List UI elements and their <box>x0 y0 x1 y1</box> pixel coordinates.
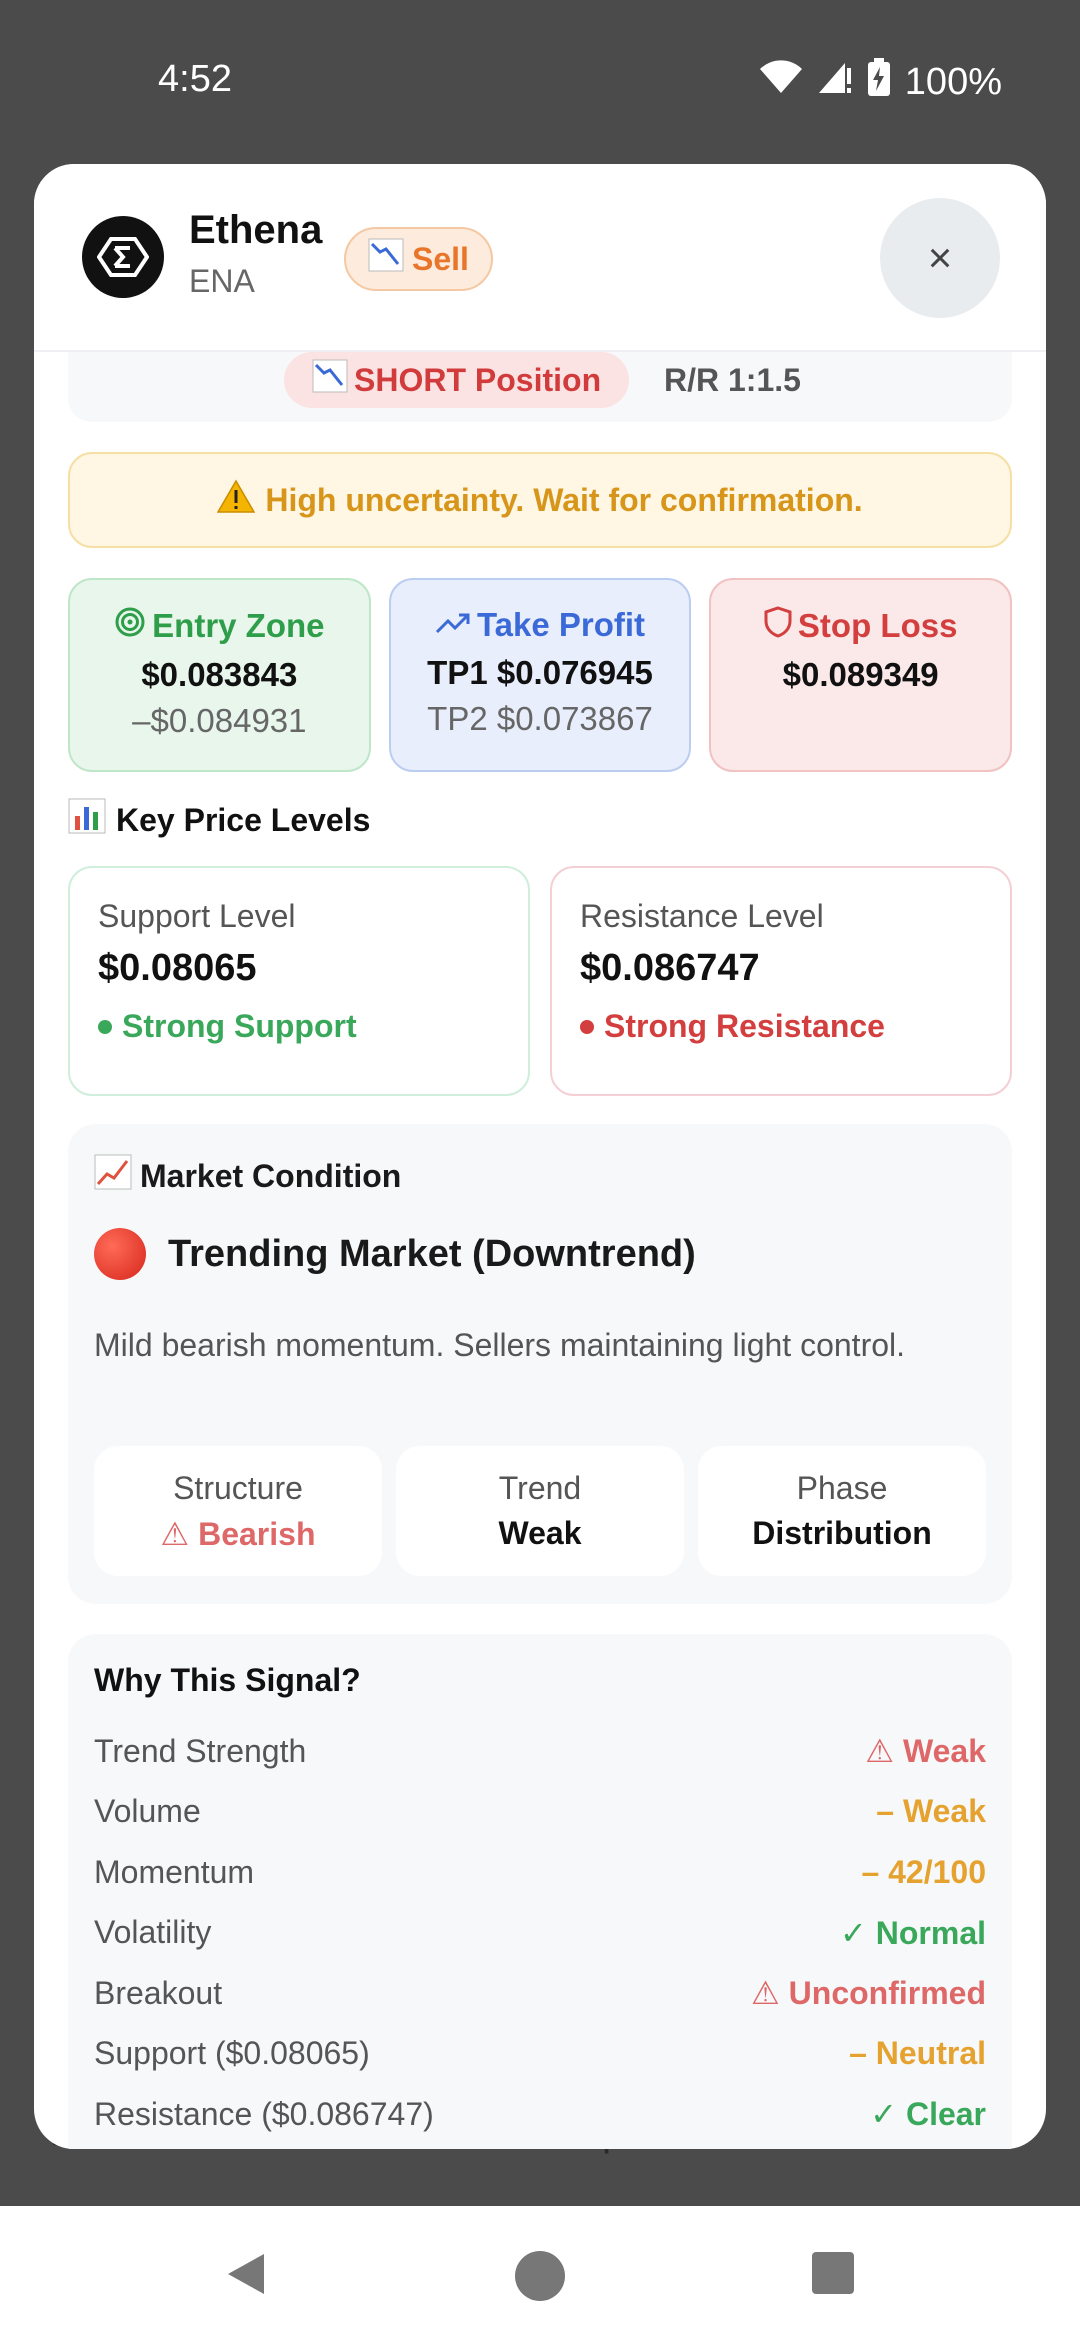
factor-value: ✓ Normal <box>840 1914 986 1951</box>
stop-loss-title: Stop Loss <box>797 607 958 644</box>
short-position-pill: SHORT Position <box>284 352 630 408</box>
factor-label: Volume <box>94 1793 201 1830</box>
close-button[interactable]: × <box>880 198 1000 318</box>
list-item: Momentum – 42/100 <box>94 1842 986 1903</box>
signal-icon <box>817 60 853 104</box>
factor-label: Resistance ($0.086747) <box>94 2095 434 2132</box>
system-navigation-bar <box>0 2206 1080 2340</box>
resistance-status-text: Strong Resistance <box>604 1008 885 1044</box>
take-profit-1: TP1 $0.076945 <box>427 654 653 691</box>
stop-loss-value: $0.089349 <box>782 656 939 693</box>
red-circle-icon <box>94 1228 146 1280</box>
market-condition-title: Market Condition <box>94 1154 401 1198</box>
market-condition-description: Mild bearish momentum. Sellers maintaini… <box>94 1327 906 1363</box>
take-profit-2: TP2 $0.073867 <box>427 700 653 737</box>
chart-up-icon <box>94 1154 132 1198</box>
trending-up-icon <box>435 606 471 644</box>
factor-label: Momentum <box>94 1853 255 1890</box>
stat-value: Weak <box>498 1515 582 1551</box>
support-level-card: Support Level $0.08065 Strong Support <box>68 866 530 1096</box>
signal-modal: Ethena ENA Sell × SHORT Position R/R 1:1… <box>34 164 1046 2149</box>
list-item: Trend Strength ⚠ Weak <box>94 1721 986 1782</box>
market-condition-state: Trending Market (Downtrend) <box>94 1228 696 1280</box>
shield-icon <box>764 606 792 646</box>
support-label: Support Level <box>98 898 296 934</box>
take-profit-card: Take Profit TP1 $0.076945 TP2 $0.073867 <box>388 578 692 772</box>
resistance-level-card: Resistance Level $0.086747 Strong Resist… <box>550 866 1012 1096</box>
factor-label: Support ($0.08065) <box>94 2035 370 2072</box>
factor-value: – Weak <box>876 1793 986 1830</box>
why-signal-title: Why This Signal? <box>94 1662 361 1698</box>
stop-loss-card: Stop Loss $0.089349 <box>709 578 1013 772</box>
entry-zone-title: Entry Zone <box>152 607 325 644</box>
take-profit-title: Take Profit <box>476 606 646 643</box>
factor-label: Trend Strength <box>94 1732 307 1769</box>
coin-symbol: ENA <box>189 263 255 299</box>
recents-button[interactable] <box>810 2250 856 2301</box>
stat-structure: Structure ⚠ Bearish <box>94 1446 382 1576</box>
green-dot-icon <box>98 1019 112 1034</box>
entry-zone-card: Entry Zone $0.083843 –$0.084931 <box>68 578 371 772</box>
list-item: Support ($0.08065) – Neutral <box>94 2024 986 2085</box>
entry-zone-high: –$0.084931 <box>132 702 307 739</box>
list-item: Breakout ⚠ Unconfirmed <box>94 1963 986 2024</box>
back-button[interactable] <box>222 2250 270 2303</box>
key-price-levels-label: Key Price Levels <box>116 801 371 838</box>
status-time: 4:52 <box>158 58 232 100</box>
warning-icon <box>217 479 256 521</box>
stat-key: Phase <box>796 1470 888 1506</box>
factor-value: ⚠ Weak <box>865 1733 986 1770</box>
stat-value: Distribution <box>752 1515 932 1551</box>
stat-trend: Trend Weak <box>396 1446 684 1576</box>
factor-value: ⚠ Unconfirmed <box>751 1975 986 2012</box>
stat-key: Structure <box>173 1469 303 1506</box>
factor-label: Breakout <box>94 1974 223 2011</box>
market-condition-card: Market Condition Trending Market (Downtr… <box>68 1124 1012 1604</box>
ethena-logo-icon <box>82 216 164 298</box>
entry-zone-low: $0.083843 <box>141 656 298 693</box>
list-item: Volatility ✓ Normal <box>94 1903 986 1964</box>
key-price-levels-title: Key Price Levels <box>68 798 370 842</box>
red-dot-icon <box>580 1019 594 1034</box>
stat-phase: Phase Distribution <box>698 1446 986 1576</box>
target-icon <box>114 606 146 646</box>
factor-value: – Neutral <box>849 2035 986 2072</box>
support-status: Strong Support <box>98 1008 500 1045</box>
uncertainty-warning: High uncertainty. Wait for confirmation. <box>68 452 1012 548</box>
trade-levels: Entry Zone $0.083843 –$0.084931 Take Pro… <box>68 578 1013 772</box>
list-item: Volume – Weak <box>94 1782 986 1843</box>
resistance-value: $0.086747 <box>580 947 760 989</box>
sell-badge-label: Sell <box>412 240 469 277</box>
market-condition-label: Market Condition <box>140 1157 402 1194</box>
modal-header: Ethena ENA Sell × <box>34 164 1046 352</box>
position-label: SHORT Position <box>354 361 602 398</box>
resistance-label: Resistance Level <box>580 898 824 934</box>
close-icon: × <box>927 234 953 281</box>
battery-icon <box>867 58 891 106</box>
wifi-icon <box>759 60 803 104</box>
market-condition-stats: Structure ⚠ Bearish Trend Weak Phase Dis… <box>94 1446 986 1576</box>
why-this-signal-card: Why This Signal? Trend Strength ⚠ Weak V… <box>68 1634 1012 2149</box>
list-item: Resistance ($0.086747) ✓ Clear <box>94 2084 986 2145</box>
risk-reward: R/R 1:1.5 <box>664 362 801 398</box>
support-value: $0.08065 <box>98 947 257 989</box>
chart-down-icon <box>368 238 404 280</box>
bar-chart-icon <box>68 798 106 842</box>
coin-name: Ethena <box>189 208 323 252</box>
sell-badge: Sell <box>344 227 493 291</box>
stat-key: Trend <box>498 1470 582 1506</box>
factor-value: ✓ Clear <box>870 2096 986 2133</box>
factor-value: – 42/100 <box>861 1853 986 1890</box>
resistance-status: Strong Resistance <box>580 1008 982 1045</box>
support-status-text: Strong Support <box>122 1008 357 1044</box>
home-button[interactable] <box>514 2250 566 2307</box>
status-bar: 4:52 100% <box>0 0 1080 160</box>
market-condition-text: Trending Market (Downtrend) <box>168 1232 696 1275</box>
factor-label: Volatility <box>94 1914 212 1951</box>
chart-down-icon <box>312 359 348 401</box>
position-row: SHORT Position R/R 1:1.5 <box>68 352 1012 422</box>
warning-text: High uncertainty. Wait for confirmation. <box>265 481 863 518</box>
stat-value: ⚠ Bearish <box>160 1515 316 1552</box>
battery-percent: 100% <box>904 60 1002 103</box>
